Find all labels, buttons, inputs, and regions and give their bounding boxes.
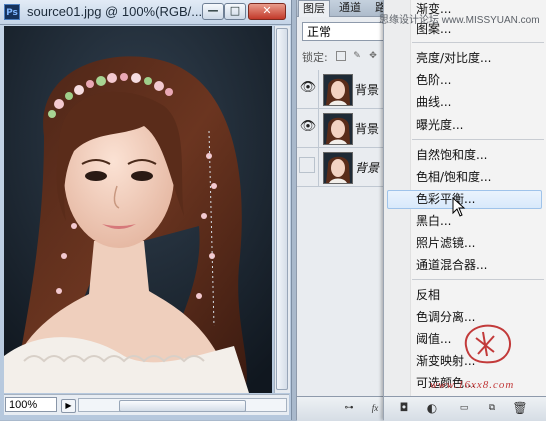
close-button[interactable]: ✕ xyxy=(248,3,286,20)
lock-transparency-icon[interactable] xyxy=(336,51,346,61)
layer-name[interactable]: 背景 xyxy=(355,159,379,176)
watermark-bottom: www.16xx8.com xyxy=(430,379,515,391)
horizontal-scrollbar[interactable] xyxy=(78,398,287,412)
new-layer-icon[interactable]: ⧉ xyxy=(484,401,500,415)
menu-separator xyxy=(412,279,544,280)
menu-item-vibrance[interactable]: 自然饱和度... xyxy=(416,147,487,163)
divider xyxy=(318,70,319,108)
panel-footer: ◘ ◐ ▭ ⧉ 🗑 xyxy=(384,396,546,421)
status-menu-arrow-icon[interactable]: ▶ xyxy=(61,399,76,413)
layer-row[interactable]: 背景 xyxy=(297,148,387,187)
adjustment-layer-icon[interactable]: ◐ xyxy=(424,401,440,415)
tab-layers[interactable]: 图层 xyxy=(298,0,330,17)
panel-tabs: 图层 通道 路 xyxy=(297,0,387,17)
menu-item-invert[interactable]: 反相 xyxy=(416,287,440,303)
status-bar: 100% ▶ xyxy=(4,394,289,415)
eye-visibility-icon[interactable]: 👁 xyxy=(299,118,317,136)
lock-pixels-brush-icon[interactable]: ✎ xyxy=(352,51,362,61)
layer-thumbnail xyxy=(323,113,353,145)
menu-separator xyxy=(412,139,544,140)
layer-thumbnail xyxy=(323,74,353,106)
trash-delete-icon[interactable]: 🗑 xyxy=(512,401,528,415)
layer-row[interactable]: 👁 背景 副 xyxy=(297,70,395,109)
divider xyxy=(318,109,319,147)
add-mask-icon[interactable]: ◘ xyxy=(396,401,412,415)
menu-item-threshold[interactable]: 阈值... xyxy=(416,331,451,347)
document-window: Ps source01.jpg @ 100%(RGB/... — □ ✕ 100… xyxy=(0,0,292,420)
watermark-top: 思缘设计论坛 www.MISSYUAN.com xyxy=(379,15,540,26)
minimize-button[interactable]: — xyxy=(202,3,224,20)
layers-footer: ⊶ fx xyxy=(297,396,387,421)
mouse-cursor-icon xyxy=(452,197,466,217)
new-group-folder-icon[interactable]: ▭ xyxy=(456,401,472,415)
eye-hidden-box-icon[interactable] xyxy=(299,157,315,173)
menu-item-color-balance[interactable]: 色彩平衡... xyxy=(416,191,475,207)
vertical-scrollbar[interactable] xyxy=(274,26,290,393)
horizontal-scroll-thumb[interactable] xyxy=(119,400,246,412)
red-seal-stamp xyxy=(464,324,512,364)
layer-thumbnail xyxy=(323,152,353,184)
vertical-scroll-thumb[interactable] xyxy=(276,28,288,390)
layer-style-fx-icon[interactable]: fx xyxy=(367,401,383,415)
maximize-button[interactable]: □ xyxy=(224,3,246,20)
layers-panel: 图层 通道 路 正常 锁定: ✎ ✥ 👁 背景 副 👁 背景 副 背景 ⊶ fx xyxy=(296,0,395,421)
link-layers-icon[interactable]: ⊶ xyxy=(341,401,357,415)
menu-item-curves[interactable]: 曲线... xyxy=(416,94,451,110)
menu-item-channel-mixer[interactable]: 通道混合器... xyxy=(416,257,487,273)
document-title: source01.jpg @ 100%(RGB/... xyxy=(27,4,203,19)
lock-row: 锁定: ✎ ✥ xyxy=(297,48,387,66)
menu-item-brightness-contrast[interactable]: 亮度/对比度... xyxy=(416,50,492,66)
portrait-photo xyxy=(4,26,272,393)
menu-separator xyxy=(412,42,544,43)
blend-mode-select[interactable]: 正常 xyxy=(302,22,384,41)
menu-item-photo-filter[interactable]: 照片滤镜... xyxy=(416,235,475,251)
zoom-field[interactable]: 100% xyxy=(5,397,57,412)
photoshop-icon: Ps xyxy=(4,4,20,20)
eye-visibility-icon[interactable]: 👁 xyxy=(299,79,317,97)
lock-label: 锁定: xyxy=(302,51,328,64)
image-canvas[interactable] xyxy=(4,26,272,393)
menu-item-hue-saturation[interactable]: 色相/饱和度... xyxy=(416,169,492,185)
lock-position-move-icon[interactable]: ✥ xyxy=(368,51,378,61)
tab-channels[interactable]: 通道 xyxy=(335,0,365,16)
layer-row[interactable]: 👁 背景 副 xyxy=(297,109,395,148)
menu-gutter xyxy=(384,0,411,420)
menu-item-exposure[interactable]: 曝光度... xyxy=(416,117,463,133)
menu-item-black-white[interactable]: 黑白... xyxy=(416,213,451,229)
divider xyxy=(318,148,319,186)
document-titlebar[interactable]: Ps source01.jpg @ 100%(RGB/... — □ ✕ xyxy=(0,0,291,25)
menu-item-levels[interactable]: 色阶... xyxy=(416,72,451,88)
